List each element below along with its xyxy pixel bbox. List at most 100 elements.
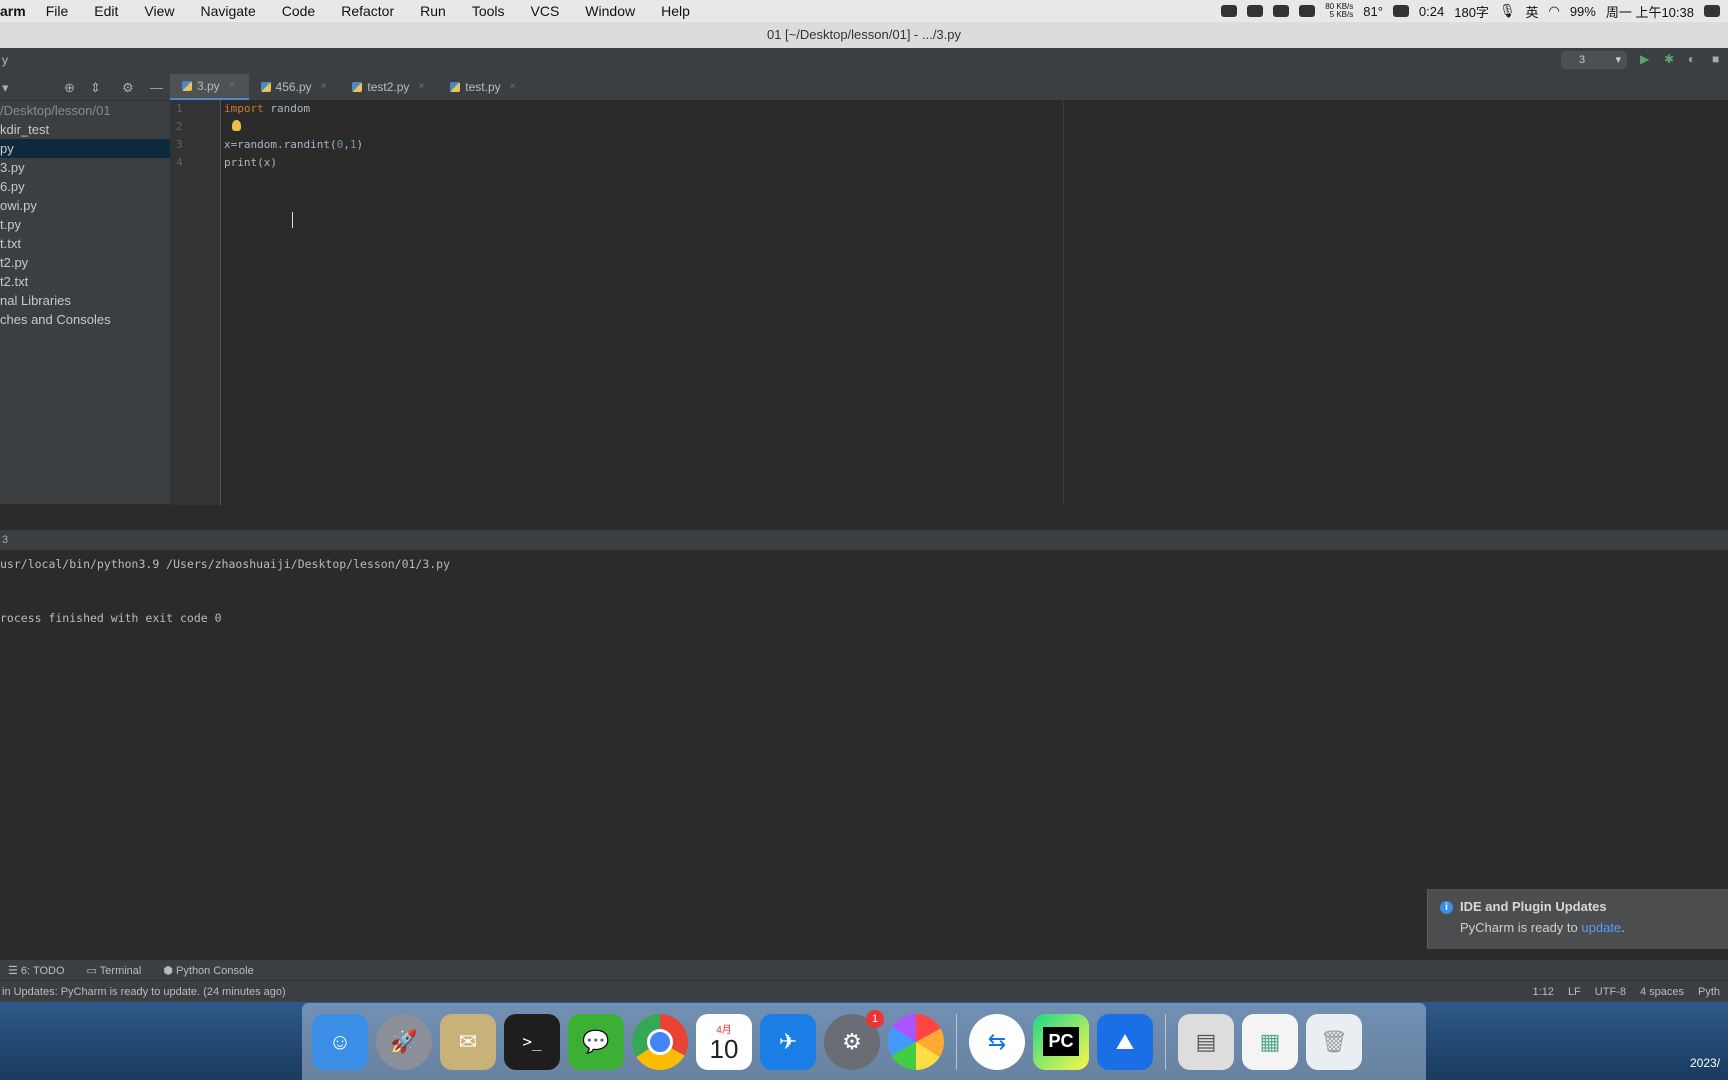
wifi-icon[interactable]: ◠ [1548, 3, 1559, 19]
project-tree: kdir_test py 3.py 6.py owi.py t.py t.txt t2.py t… [0, 120, 170, 329]
editor-tab[interactable]: test2.py × [340, 74, 438, 100]
gear-icon[interactable]: ⚙ [122, 80, 134, 96]
status-message[interactable]: in Updates: PyCharm is ready to update. … [2, 986, 286, 998]
file-encoding[interactable]: UTF-8 [1595, 981, 1626, 1003]
document-stack-icon[interactable]: ▦ [1242, 1013, 1298, 1070]
run-configuration-select[interactable]: 3 ▾ [1561, 51, 1627, 69]
menu-view[interactable]: View [144, 3, 174, 19]
app-menu[interactable]: arm [0, 3, 26, 19]
wechat-icon[interactable]: 💬 [568, 1013, 624, 1070]
caret-position[interactable]: 1:12 [1533, 981, 1554, 1003]
project-tree-item[interactable]: kdir_test [0, 120, 170, 139]
lightbulb-icon[interactable] [232, 120, 241, 131]
siri-icon[interactable] [1704, 5, 1720, 17]
code-line-2[interactable] [221, 118, 1728, 136]
pycharm-icon[interactable]: PC [1033, 1013, 1089, 1070]
code-line-3[interactable]: x=random.randint(0,1) [221, 136, 1728, 154]
datetime[interactable]: 周一 上午10:38 [1606, 2, 1694, 21]
editor-tab[interactable]: 456.py × [249, 74, 341, 100]
cloud-tray-icon[interactable] [1273, 5, 1290, 17]
project-tree-item[interactable]: owi.py [0, 196, 170, 215]
mac-menubar: arm File Edit View Navigate Code Refacto… [0, 0, 1728, 22]
python-console-tool-button[interactable]: ⬢ Python Console [163, 964, 253, 977]
project-tree-item[interactable]: t2.py [0, 253, 170, 272]
menu-file[interactable]: File [46, 3, 69, 19]
dock-separator [1165, 1013, 1166, 1070]
terminal-tool-button[interactable]: ▭ Terminal [87, 964, 142, 977]
editor-tab[interactable]: 3.py × [170, 74, 249, 100]
code-text: x=random.randint( [224, 138, 337, 151]
chevron-down-icon[interactable]: ▾ [2, 80, 9, 96]
eagle-app-icon[interactable]: ✉ [440, 1013, 496, 1070]
line-separator[interactable]: LF [1568, 981, 1581, 1003]
collapse-icon[interactable]: ⇕ [90, 80, 101, 96]
debug-icon[interactable]: ✱ [1664, 52, 1676, 66]
project-tree-item[interactable]: t.txt [0, 234, 170, 253]
screen-tray-icon[interactable] [1299, 5, 1316, 17]
project-tree-item[interactable]: t.py [0, 215, 170, 234]
indent-setting[interactable]: 4 spaces [1640, 981, 1684, 1003]
code-line-1[interactable]: import random [221, 100, 1728, 118]
menu-code[interactable]: Code [282, 3, 315, 19]
code-editor[interactable]: import random x=random.randint(0,1) prin… [221, 100, 1728, 505]
info-icon: i [1440, 901, 1453, 914]
locate-icon[interactable]: ⊕ [64, 80, 75, 96]
run-config-label: 3 [1579, 54, 1586, 66]
line-number: 4 [176, 156, 183, 169]
update-notification[interactable]: i IDE and Plugin Updates PyCharm is read… [1427, 889, 1728, 949]
menu-help[interactable]: Help [661, 3, 690, 19]
project-tree-item[interactable]: ches and Consoles [0, 310, 170, 329]
menu-run[interactable]: Run [420, 3, 446, 19]
hide-icon[interactable]: — [150, 80, 163, 95]
mic-icon[interactable]: 🎙 [1499, 3, 1516, 19]
input-method[interactable]: 英 [1525, 2, 1538, 21]
photos-icon[interactable] [888, 1013, 944, 1070]
finder-icon[interactable]: ☺ [312, 1013, 368, 1070]
menu-window[interactable]: Window [585, 3, 635, 19]
system-preferences-icon[interactable]: ⚙ 1 [824, 1009, 884, 1070]
run-icon[interactable]: ▶ [1640, 52, 1652, 66]
breadcrumb[interactable]: y [2, 53, 8, 67]
downloads-folder-icon[interactable]: ▤ [1178, 1013, 1234, 1070]
feishu-icon[interactable]: ⛰ [1097, 1013, 1153, 1070]
project-tree-item[interactable]: t2.txt [0, 272, 170, 291]
dingtalk-icon[interactable]: ✈ [760, 1013, 816, 1070]
project-tree-item[interactable]: nal Libraries [0, 291, 170, 310]
close-icon[interactable]: × [229, 73, 235, 99]
update-link[interactable]: update [1581, 920, 1621, 935]
settings-badge: 1 [866, 1009, 884, 1028]
chrome-icon[interactable] [632, 1013, 688, 1070]
battery-icon[interactable] [1392, 5, 1409, 17]
close-icon[interactable]: × [510, 74, 516, 100]
menu-refactor[interactable]: Refactor [341, 3, 394, 19]
close-icon[interactable]: × [418, 74, 424, 100]
temperature[interactable]: 81° [1363, 4, 1383, 19]
calendar-icon[interactable]: 4月 10 [696, 1013, 752, 1070]
menu-navigate[interactable]: Navigate [200, 3, 255, 19]
wechat-tray-icon[interactable] [1247, 5, 1264, 17]
teamviewer-icon[interactable]: ⇆ [969, 1013, 1025, 1070]
menu-tools[interactable]: Tools [472, 3, 505, 19]
terminal-icon[interactable]: >_ [504, 1013, 560, 1070]
project-tree-item[interactable]: py [0, 139, 170, 158]
network-speed: 80 KB/s 5 KB/s [1325, 3, 1353, 19]
close-icon[interactable]: × [321, 74, 327, 100]
battery-percent[interactable]: 99% [1570, 4, 1596, 19]
run-tab-label[interactable]: 3 [2, 534, 8, 546]
project-tree-item[interactable]: 3.py [0, 158, 170, 177]
trash-icon[interactable]: 🗑 [1306, 1013, 1362, 1070]
tray-app-icon[interactable] [1221, 5, 1238, 17]
word-count[interactable]: 180字 [1454, 2, 1489, 21]
project-tree-item[interactable]: 6.py [0, 177, 170, 196]
menu-edit[interactable]: Edit [94, 3, 118, 19]
interpreter-setting[interactable]: Pyth [1698, 981, 1720, 1003]
editor-tab[interactable]: test.py × [438, 74, 529, 100]
text-cursor-icon [292, 212, 293, 228]
code-line-4[interactable]: print(x) [221, 154, 1728, 172]
menu-vcs[interactable]: VCS [531, 3, 560, 19]
stop-icon[interactable]: ■ [1712, 52, 1724, 66]
todo-tool-button[interactable]: ☰ 6: TODO [8, 964, 65, 977]
launchpad-icon[interactable]: 🚀 [376, 1013, 432, 1070]
project-root-path[interactable]: /Desktop/lesson/01 [0, 101, 170, 120]
coverage-icon[interactable]: ◐ [1688, 52, 1700, 66]
